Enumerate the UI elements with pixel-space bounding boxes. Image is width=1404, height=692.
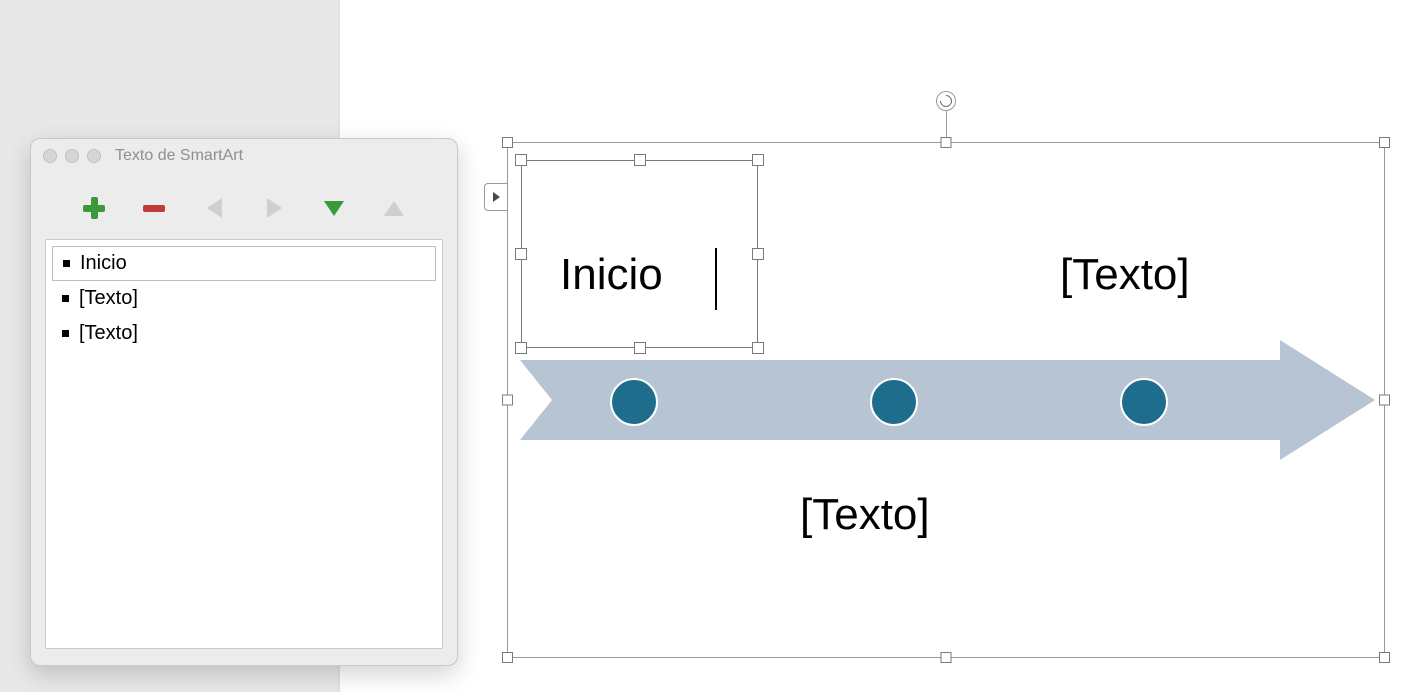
move-up-icon[interactable]: [384, 201, 404, 216]
resize-handle[interactable]: [1379, 395, 1390, 406]
list-item[interactable]: [Texto]: [46, 281, 442, 316]
window-close-button[interactable]: [43, 149, 57, 163]
list-item[interactable]: Inicio: [52, 246, 436, 281]
add-item-icon[interactable]: [81, 195, 107, 221]
panel-titlebar[interactable]: Texto de SmartArt: [31, 139, 457, 173]
resize-handle[interactable]: [941, 137, 952, 148]
resize-handle[interactable]: [502, 652, 513, 663]
list-item-text: [Texto]: [79, 287, 138, 310]
bullet-icon: [62, 295, 69, 302]
window-zoom-button[interactable]: [87, 149, 101, 163]
move-down-icon[interactable]: [324, 201, 344, 216]
panel-item-list[interactable]: Inicio [Texto] [Texto]: [45, 239, 443, 649]
rotate-handle[interactable]: [936, 91, 956, 111]
bullet-icon: [63, 260, 70, 267]
bullet-icon: [62, 330, 69, 337]
resize-handle[interactable]: [1379, 137, 1390, 148]
list-item-text: Inicio: [80, 252, 127, 275]
list-item-text: [Texto]: [79, 322, 138, 345]
expand-text-pane-tab[interactable]: [484, 183, 507, 211]
remove-item-icon[interactable]: [141, 195, 167, 221]
list-item[interactable]: [Texto]: [46, 316, 442, 351]
smartart-text-panel[interactable]: Texto de SmartArt Inicio [Texto] [Texto]: [30, 138, 458, 666]
resize-handle[interactable]: [502, 137, 513, 148]
promote-left-icon[interactable]: [207, 198, 222, 218]
resize-handle[interactable]: [502, 395, 513, 406]
smartart-selection-frame[interactable]: [507, 142, 1385, 658]
demote-right-icon[interactable]: [267, 198, 282, 218]
window-minimize-button[interactable]: [65, 149, 79, 163]
resize-handle[interactable]: [1379, 652, 1390, 663]
panel-title: Texto de SmartArt: [115, 147, 445, 165]
panel-toolbar: [31, 173, 457, 239]
resize-handle[interactable]: [941, 652, 952, 663]
